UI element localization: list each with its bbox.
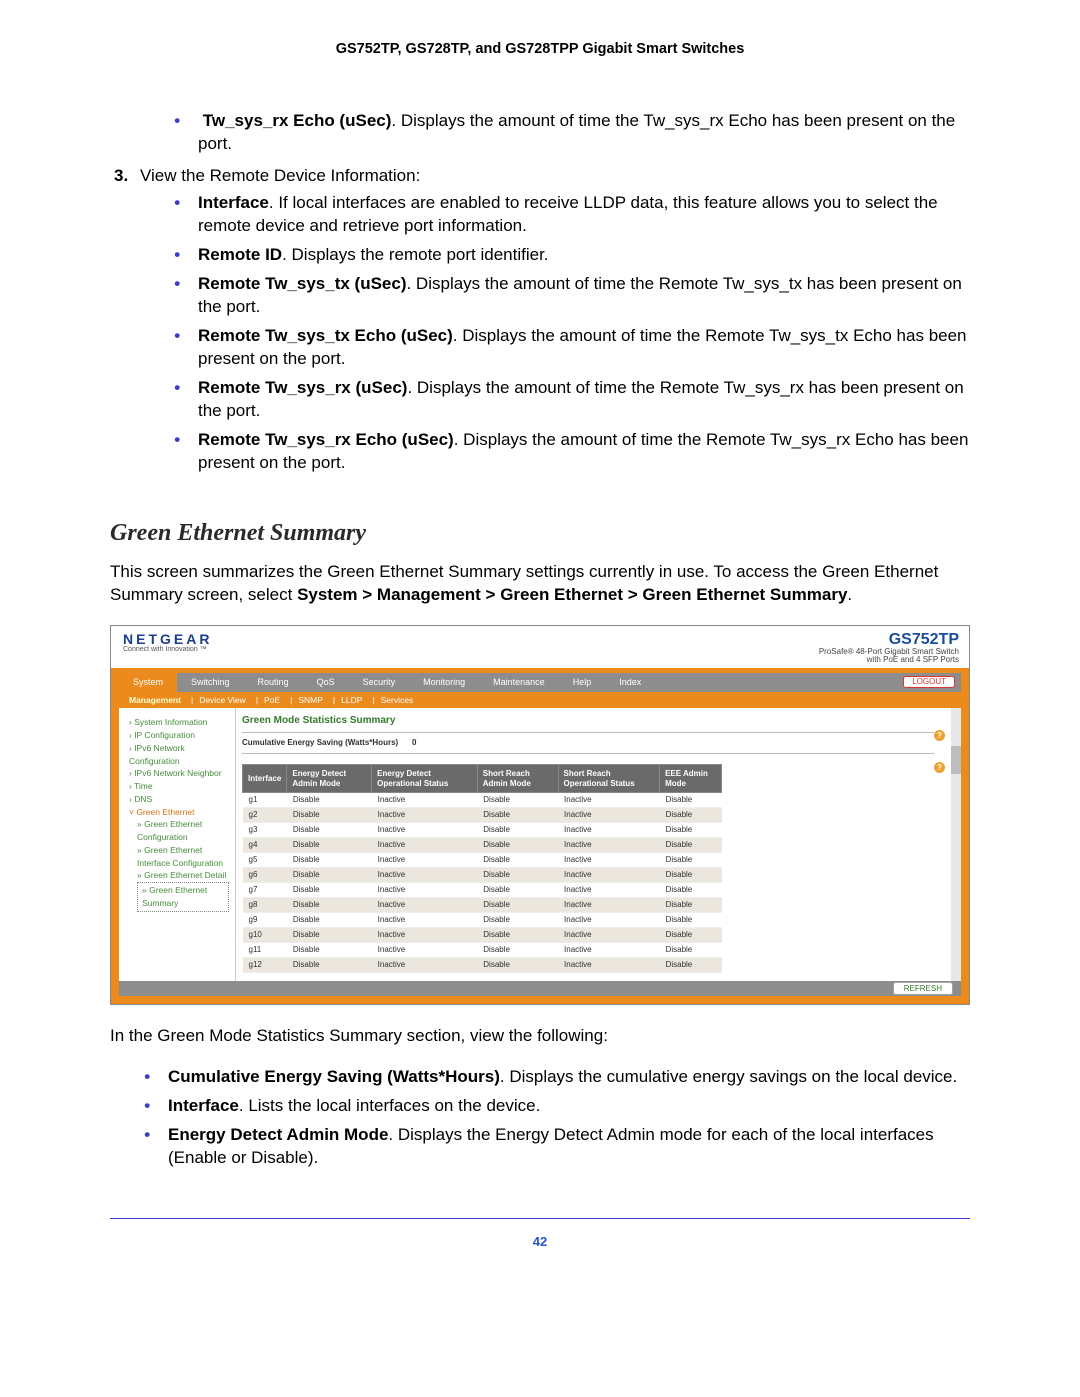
- panel-title: Green Mode Statistics Summary: [242, 716, 951, 726]
- sidebar-item-ipv6-network-neighbor[interactable]: › IPv6 Network Neighbor: [129, 767, 229, 780]
- col-header: Energy Detect Operational Status: [372, 765, 478, 792]
- table-row: g5DisableInactiveDisableInactiveDisable: [243, 852, 722, 867]
- sidebar-item-ip-configuration[interactable]: › IP Configuration: [129, 729, 229, 742]
- tab-routing[interactable]: Routing: [244, 673, 303, 692]
- col-header: Interface: [243, 765, 287, 792]
- intro-paragraph: This screen summarizes the Green Etherne…: [110, 561, 970, 607]
- field-desc: Remote ID. Displays the remote port iden…: [198, 244, 970, 267]
- field-desc: Cumulative Energy Saving (Watts*Hours). …: [168, 1066, 970, 1089]
- sidebar-item-green-ethernet[interactable]: ˅ Green Ethernet: [129, 806, 229, 819]
- doc-header: GS752TP, GS728TP, and GS728TPP Gigabit S…: [110, 40, 970, 60]
- sidebar-item-ipv6-network-configuration[interactable]: › IPv6 Network Configuration: [129, 742, 229, 768]
- subtab-device-view[interactable]: Device View: [199, 695, 246, 705]
- secondary-tabs: Management|Device View|PoE|SNMP|LLDP|Ser…: [119, 692, 961, 709]
- refresh-button[interactable]: REFRESH: [893, 982, 953, 995]
- after-shot-lead: In the Green Mode Statistics Summary sec…: [110, 1025, 970, 1048]
- field-desc: Interface. Lists the local interfaces on…: [168, 1095, 970, 1118]
- table-row: g10DisableInactiveDisableInactiveDisable: [243, 927, 722, 942]
- subtab-services[interactable]: Services: [381, 695, 414, 705]
- table-row: g8DisableInactiveDisableInactiveDisable: [243, 897, 722, 912]
- table-row: g9DisableInactiveDisableInactiveDisable: [243, 912, 722, 927]
- col-header: Short Reach Operational Status: [558, 765, 660, 792]
- table-row: g3DisableInactiveDisableInactiveDisable: [243, 822, 722, 837]
- sidebar-subitem-selected[interactable]: » Green Ethernet Summary: [137, 882, 229, 912]
- col-header: Short Reach Admin Mode: [477, 765, 558, 792]
- field-desc: Remote Tw_sys_rx (uSec). Displays the am…: [198, 377, 970, 423]
- logout-button[interactable]: LOGOUT: [903, 676, 955, 688]
- sidebar-item-dns[interactable]: › DNS: [129, 793, 229, 806]
- subtab-management[interactable]: Management: [129, 695, 181, 705]
- subtab-poe[interactable]: PoE: [264, 695, 280, 705]
- sidebar-subitem[interactable]: » Green Ethernet Detail: [129, 869, 229, 882]
- table-row: g2DisableInactiveDisableInactiveDisable: [243, 807, 722, 822]
- model-title: GS752TP: [819, 632, 959, 648]
- scrollbar-thumb[interactable]: [951, 746, 961, 774]
- subtab-snmp[interactable]: SNMP: [298, 695, 323, 705]
- page-number: 42: [110, 1218, 970, 1251]
- scrollbar-track[interactable]: [951, 708, 961, 980]
- tab-switching[interactable]: Switching: [177, 673, 244, 692]
- tab-monitoring[interactable]: Monitoring: [409, 673, 479, 692]
- tab-index[interactable]: Index: [605, 673, 655, 692]
- sidebar-subitem[interactable]: » Green Ethernet Interface Configuration: [129, 844, 229, 870]
- table-row: g7DisableInactiveDisableInactiveDisable: [243, 882, 722, 897]
- subtab-lldp[interactable]: LLDP: [341, 695, 362, 705]
- table-row: g1DisableInactiveDisableInactiveDisable: [243, 792, 722, 807]
- tab-qos[interactable]: QoS: [303, 673, 349, 692]
- tab-maintenance[interactable]: Maintenance: [479, 673, 559, 692]
- col-header: EEE Admin Mode: [660, 765, 722, 792]
- sidebar-item-time[interactable]: › Time: [129, 780, 229, 793]
- main-panel: Green Mode Statistics Summary ? Cumulati…: [235, 708, 961, 980]
- sidebar-subitem[interactable]: » Green Ethernet Configuration: [129, 818, 229, 844]
- field-desc: Remote Tw_sys_tx Echo (uSec). Displays t…: [198, 325, 970, 371]
- primary-tabs: SystemSwitchingRoutingQoSSecurityMonitor…: [119, 673, 961, 692]
- model-sub2: with PoE and 4 SFP Ports: [819, 656, 959, 664]
- section-heading-green-ethernet-summary: Green Ethernet Summary: [110, 517, 970, 549]
- field-desc: Remote Tw_sys_rx Echo (uSec). Displays t…: [198, 429, 970, 475]
- table-row: g4DisableInactiveDisableInactiveDisable: [243, 837, 722, 852]
- field-desc: Remote Tw_sys_tx (uSec). Displays the am…: [198, 273, 970, 319]
- col-header: Energy Detect Admin Mode: [287, 765, 372, 792]
- tab-system[interactable]: System: [119, 673, 177, 692]
- green-ethernet-table: InterfaceEnergy Detect Admin ModeEnergy …: [242, 764, 722, 972]
- table-row: g12DisableInactiveDisableInactiveDisable: [243, 957, 722, 972]
- tab-help[interactable]: Help: [559, 673, 606, 692]
- field-desc: Interface. If local interfaces are enabl…: [198, 192, 970, 238]
- table-row: g11DisableInactiveDisableInactiveDisable: [243, 942, 722, 957]
- sidebar-item-system-information[interactable]: › System Information: [129, 716, 229, 729]
- step-3: 3. View the Remote Device Information: I…: [110, 165, 970, 474]
- bullet-tw-sys-rx-echo: Tw_sys_rx Echo (uSec). Displays the amou…: [198, 110, 970, 156]
- embedded-screenshot: NETGEAR Connect with Innovation ™ GS752T…: [110, 625, 970, 1005]
- logo-tagline: Connect with Innovation ™: [123, 646, 212, 653]
- cumulative-energy-row: Cumulative Energy Saving (Watts*Hours) 0: [242, 732, 934, 754]
- table-row: g6DisableInactiveDisableInactiveDisable: [243, 867, 722, 882]
- help-icon[interactable]: ?: [934, 762, 945, 773]
- help-icon[interactable]: ?: [934, 730, 945, 741]
- tab-security[interactable]: Security: [349, 673, 410, 692]
- field-desc: Energy Detect Admin Mode. Displays the E…: [168, 1124, 970, 1170]
- sidebar: › System Information› IP Configuration› …: [119, 708, 235, 980]
- netgear-logo: NETGEAR: [123, 632, 212, 646]
